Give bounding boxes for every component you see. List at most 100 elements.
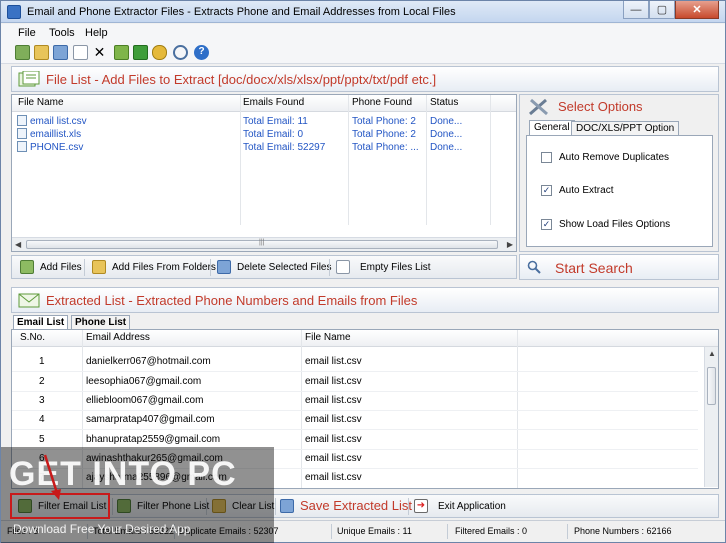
save-extracted-button[interactable]: Save Extracted List <box>280 498 412 513</box>
tab-doc-xls-ppt[interactable]: DOC/XLS/PPT Option <box>571 121 680 136</box>
file-name: emaillist.xls <box>30 129 82 140</box>
auto-remove-duplicates-checkbox[interactable] <box>541 152 552 163</box>
exit-application-button[interactable]: ➜ Exit Application <box>414 499 506 513</box>
app-window: Email and Phone Extractor Files - Extrac… <box>0 0 726 543</box>
phone-found: Total Phone: 2 <box>352 116 416 127</box>
row-file: email list.csv <box>305 414 362 425</box>
add-files-icon <box>20 260 34 274</box>
filter-icon[interactable] <box>114 45 129 60</box>
file-list-icon <box>18 71 40 87</box>
scroll-thumb[interactable] <box>707 367 716 405</box>
scroll-thumb[interactable]: ||| <box>26 239 498 249</box>
show-load-files-checkbox[interactable]: ✓ <box>541 219 552 230</box>
envelope-icon <box>18 293 40 308</box>
file-list-table[interactable]: File Name Emails Found Phone Found Statu… <box>11 94 517 252</box>
maximize-button[interactable]: ▢ <box>649 1 675 19</box>
folder-icon <box>92 260 106 274</box>
dollar-icon[interactable] <box>133 45 148 60</box>
col-emails-found[interactable]: Emails Found <box>243 97 304 108</box>
highlight-arrow-icon <box>43 454 61 500</box>
row-sno: 1 <box>39 356 45 367</box>
phone-found: Total Phone: 2 <box>352 129 416 140</box>
start-search-label: Start Search <box>555 260 633 276</box>
delete-icon <box>217 260 231 274</box>
save-icon <box>280 498 294 513</box>
tab-email-list[interactable]: Email List <box>13 315 69 329</box>
tab-general[interactable]: General <box>529 120 575 136</box>
remove-icon[interactable]: ✕ <box>92 45 107 60</box>
menu-tools[interactable]: Tools <box>49 27 75 39</box>
options-panel: Select Options General DOC/XLS/PPT Optio… <box>519 94 719 252</box>
delete-selected-label: Delete Selected Files <box>237 261 332 273</box>
tab-phone-list[interactable]: Phone List <box>71 315 131 329</box>
row-email: leesophia067@gmail.com <box>86 376 202 387</box>
scroll-up-icon[interactable]: ▲ <box>708 349 716 358</box>
title-bar: Email and Phone Extractor Files - Extrac… <box>1 1 725 23</box>
status-unique-emails: Unique Emails : 11 <box>337 526 412 536</box>
window-controls: — ▢ ✕ <box>623 1 719 20</box>
col-file-name[interactable]: File Name <box>18 97 64 108</box>
scroll-grip: ||| <box>259 239 265 246</box>
menu-help[interactable]: Help <box>85 27 108 39</box>
empty-list-button[interactable]: Empty Files List <box>336 260 431 274</box>
auto-extract-label: Auto Extract <box>559 185 614 196</box>
file-name: PHONE.csv <box>30 142 84 153</box>
file-list-hscroll[interactable]: ◀ ||| ▶ <box>12 237 516 251</box>
status-text: Done... <box>430 129 463 140</box>
file-name: email list.csv <box>30 116 87 127</box>
status-filtered-emails: Filtered Emails : 0 <box>455 526 528 536</box>
file-icon <box>17 141 27 152</box>
col-phone-found[interactable]: Phone Found <box>352 97 412 108</box>
add-folders-button[interactable]: Add Files From Folders <box>92 260 216 274</box>
tools-icon <box>529 98 548 116</box>
file-icon <box>17 115 27 126</box>
row-file: email list.csv <box>305 395 362 406</box>
start-search-button[interactable]: Start Search <box>519 254 719 280</box>
close-button[interactable]: ✕ <box>675 1 719 19</box>
scroll-right-icon[interactable]: ▶ <box>507 240 513 249</box>
phone-found: Total Phone: ... <box>352 142 419 153</box>
row-email: elliebloom067@gmail.com <box>86 395 204 406</box>
minimize-button[interactable]: — <box>623 1 649 19</box>
emails-found: Total Email: 52297 <box>243 142 326 153</box>
add-files-icon[interactable] <box>15 45 30 60</box>
add-folders-label: Add Files From Folders <box>112 261 216 273</box>
row-sno: 3 <box>39 395 45 406</box>
row-file: email list.csv <box>305 453 362 464</box>
col-sno[interactable]: S.No. <box>20 332 45 343</box>
save-icon[interactable] <box>53 45 68 60</box>
row-file: email list.csv <box>305 376 362 387</box>
extracted-list-header: Extracted List - Extracted Phone Numbers… <box>11 287 719 313</box>
toolbar: ✕ ? <box>1 42 725 64</box>
row-file: email list.csv <box>305 472 362 483</box>
extracted-list-title: Extracted List - Extracted Phone Numbers… <box>46 293 418 308</box>
save-extracted-label: Save Extracted List <box>300 498 412 513</box>
general-tab-page: Auto Remove Duplicates ✓ Auto Extract ✓ … <box>526 135 713 247</box>
show-load-files-label: Show Load Files Options <box>559 219 671 230</box>
key-icon[interactable] <box>152 45 167 60</box>
exit-icon: ➜ <box>414 499 428 513</box>
search-icon[interactable] <box>173 45 188 60</box>
row-email: samarpratap407@gmail.com <box>86 414 215 425</box>
help-icon[interactable]: ? <box>194 45 209 60</box>
emails-found: Total Email: 0 <box>243 129 304 140</box>
watermark-subtitle: Download Free Your Desired App <box>13 522 191 536</box>
add-folder-icon[interactable] <box>34 45 49 60</box>
delete-selected-button[interactable]: Delete Selected Files <box>217 260 332 274</box>
col-file-name[interactable]: File Name <box>305 332 351 343</box>
empty-list-icon <box>336 260 350 274</box>
col-status[interactable]: Status <box>430 97 458 108</box>
email-list-vscroll[interactable]: ▲ <box>704 347 718 487</box>
menu-file[interactable]: File <box>18 27 36 39</box>
menu-bar: File Tools Help <box>1 24 725 42</box>
file-list-columns: File Name Emails Found Phone Found Statu… <box>12 95 516 112</box>
file-icon <box>17 128 27 139</box>
col-email-address[interactable]: Email Address <box>86 332 150 343</box>
row-email: danielkerr067@hotmail.com <box>86 356 211 367</box>
add-files-button[interactable]: Add Files <box>20 260 82 274</box>
file-list-header: File List - Add Files to Extract [doc/do… <box>11 66 719 92</box>
scroll-left-icon[interactable]: ◀ <box>15 240 21 249</box>
row-sno: 5 <box>39 434 45 445</box>
auto-extract-checkbox[interactable]: ✓ <box>541 185 552 196</box>
clear-icon[interactable] <box>73 45 88 60</box>
